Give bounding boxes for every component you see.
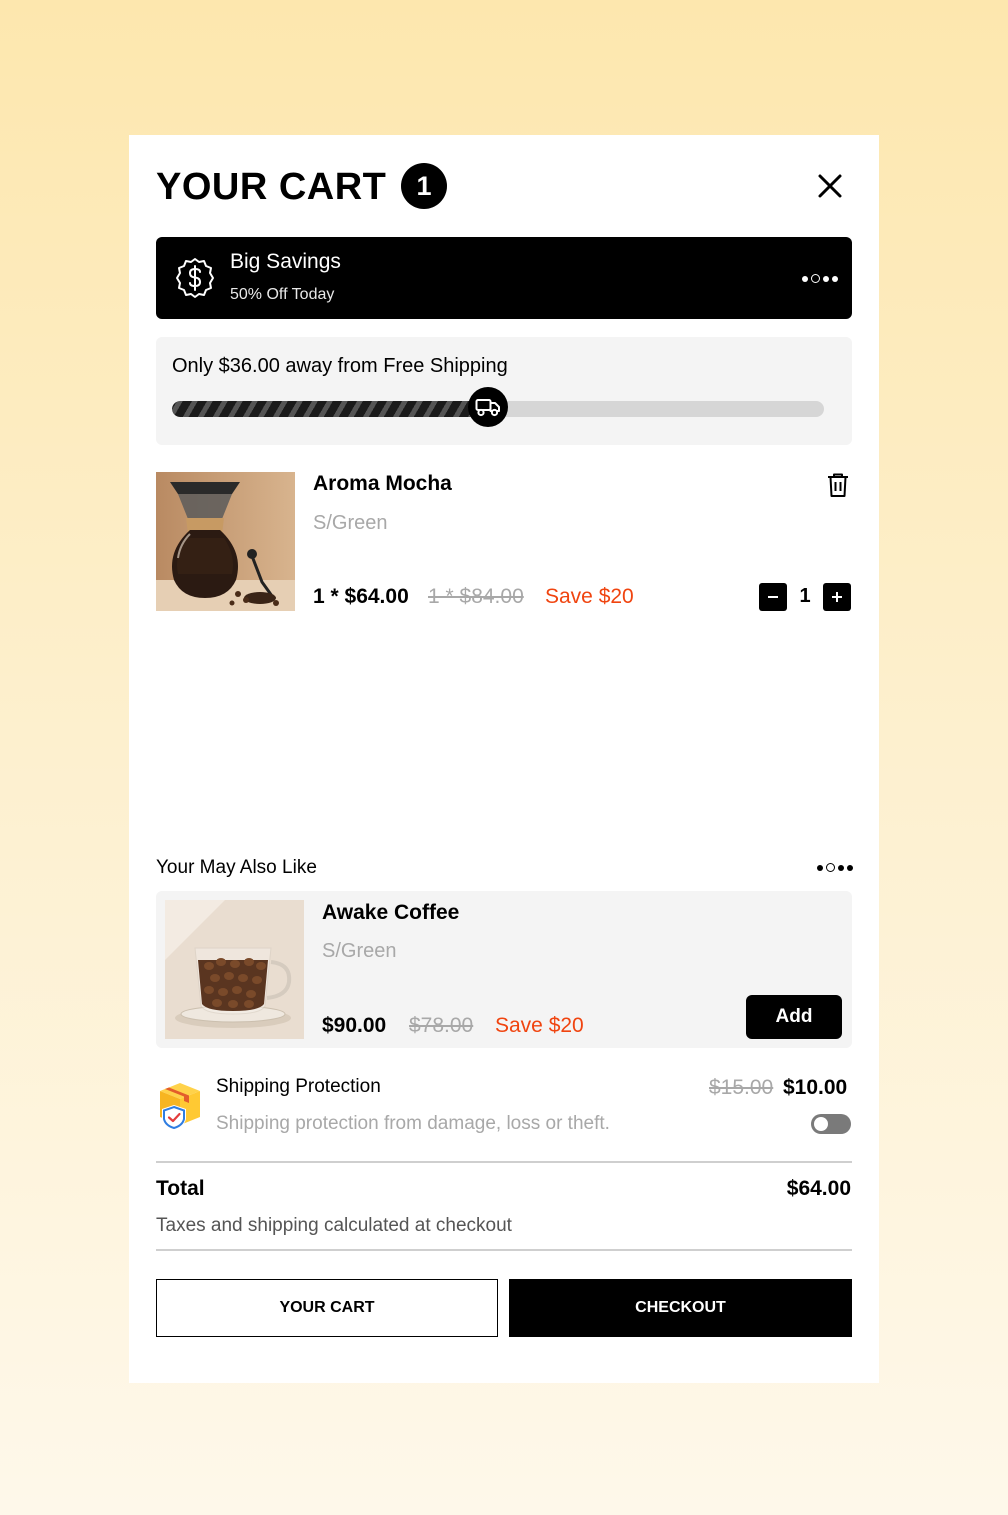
dollar-badge-icon [174, 257, 216, 299]
remove-item-button[interactable] [826, 472, 850, 498]
divider [156, 1249, 852, 1251]
free-shipping-message: Only $36.00 away from Free Shipping [172, 355, 508, 377]
progress-fill [172, 401, 498, 417]
total-label: Total [156, 1177, 205, 1200]
quantity-value[interactable]: 1 [793, 585, 817, 608]
trash-icon [828, 473, 848, 497]
free-shipping-progress: Only $36.00 away from Free Shipping [156, 337, 852, 445]
promo-subtitle: 50% Off Today [230, 286, 335, 303]
upsell-carousel-dots[interactable] [817, 863, 853, 872]
upsell-product-image[interactable] [165, 900, 304, 1039]
minus-icon [768, 596, 778, 598]
carousel-dot-active[interactable] [826, 863, 835, 872]
carousel-dot[interactable] [817, 864, 823, 871]
carousel-dot[interactable] [802, 275, 808, 282]
progress-marker [468, 387, 508, 427]
protection-description: Shipping protection from damage, loss or… [216, 1113, 610, 1134]
carousel-dot[interactable] [832, 275, 838, 282]
shield-package-icon [156, 1079, 202, 1131]
upsell-product-name[interactable]: Awake Coffee [322, 901, 459, 925]
promo-title: Big Savings [230, 250, 341, 273]
upsell-product-compare-price: $78.00 [409, 1014, 474, 1037]
upsell-product-variant: S/Green [322, 940, 397, 962]
plus-icon [832, 592, 842, 602]
quantity-increase-button[interactable] [823, 583, 851, 611]
close-button[interactable] [815, 171, 845, 201]
cart-item-savings: Save $20 [545, 585, 634, 608]
truck-icon [475, 399, 500, 417]
upsell-product-card: Awake Coffee S/Green $90.00 $78.00 Save … [156, 891, 852, 1048]
cart-drawer: YOUR CART 1 Big Savings 50% Off Today On… [129, 135, 879, 1383]
cart-item-variant: S/Green [313, 512, 388, 534]
carousel-dot[interactable] [847, 864, 853, 871]
product-image[interactable] [156, 472, 295, 611]
upsell-product-price: $90.00 [322, 1014, 387, 1037]
carousel-dot[interactable] [838, 864, 844, 871]
total-value: $64.00 [786, 1177, 851, 1200]
cart-item-price: 1 * $64.00 [313, 585, 409, 608]
cart-count-badge: 1 [401, 163, 447, 209]
cart-item-name[interactable]: Aroma Mocha [313, 472, 452, 496]
carousel-dot[interactable] [823, 275, 829, 282]
toggle-knob [814, 1117, 828, 1131]
tax-note: Taxes and shipping calculated at checkou… [156, 1215, 512, 1236]
protection-compare-price: $15.00 [709, 1076, 774, 1099]
view-cart-button[interactable]: YOUR CART [156, 1279, 498, 1337]
cart-item-compare-price: 1 * $84.00 [428, 585, 524, 608]
cart-title: YOUR CART [156, 166, 387, 208]
upsell-heading: Your May Also Like [156, 857, 317, 878]
checkout-button[interactable]: CHECKOUT [509, 1279, 852, 1337]
protection-title: Shipping Protection [216, 1076, 381, 1097]
promo-banner: Big Savings 50% Off Today [156, 237, 852, 319]
protection-price: $10.00 [783, 1076, 848, 1099]
add-upsell-button[interactable]: Add [746, 995, 842, 1039]
close-icon [818, 174, 842, 198]
protection-toggle[interactable] [811, 1114, 851, 1134]
carousel-dots[interactable] [802, 274, 838, 283]
quantity-decrease-button[interactable] [759, 583, 787, 611]
divider [156, 1161, 852, 1163]
upsell-product-savings: Save $20 [495, 1014, 584, 1037]
carousel-dot-active[interactable] [811, 274, 820, 283]
